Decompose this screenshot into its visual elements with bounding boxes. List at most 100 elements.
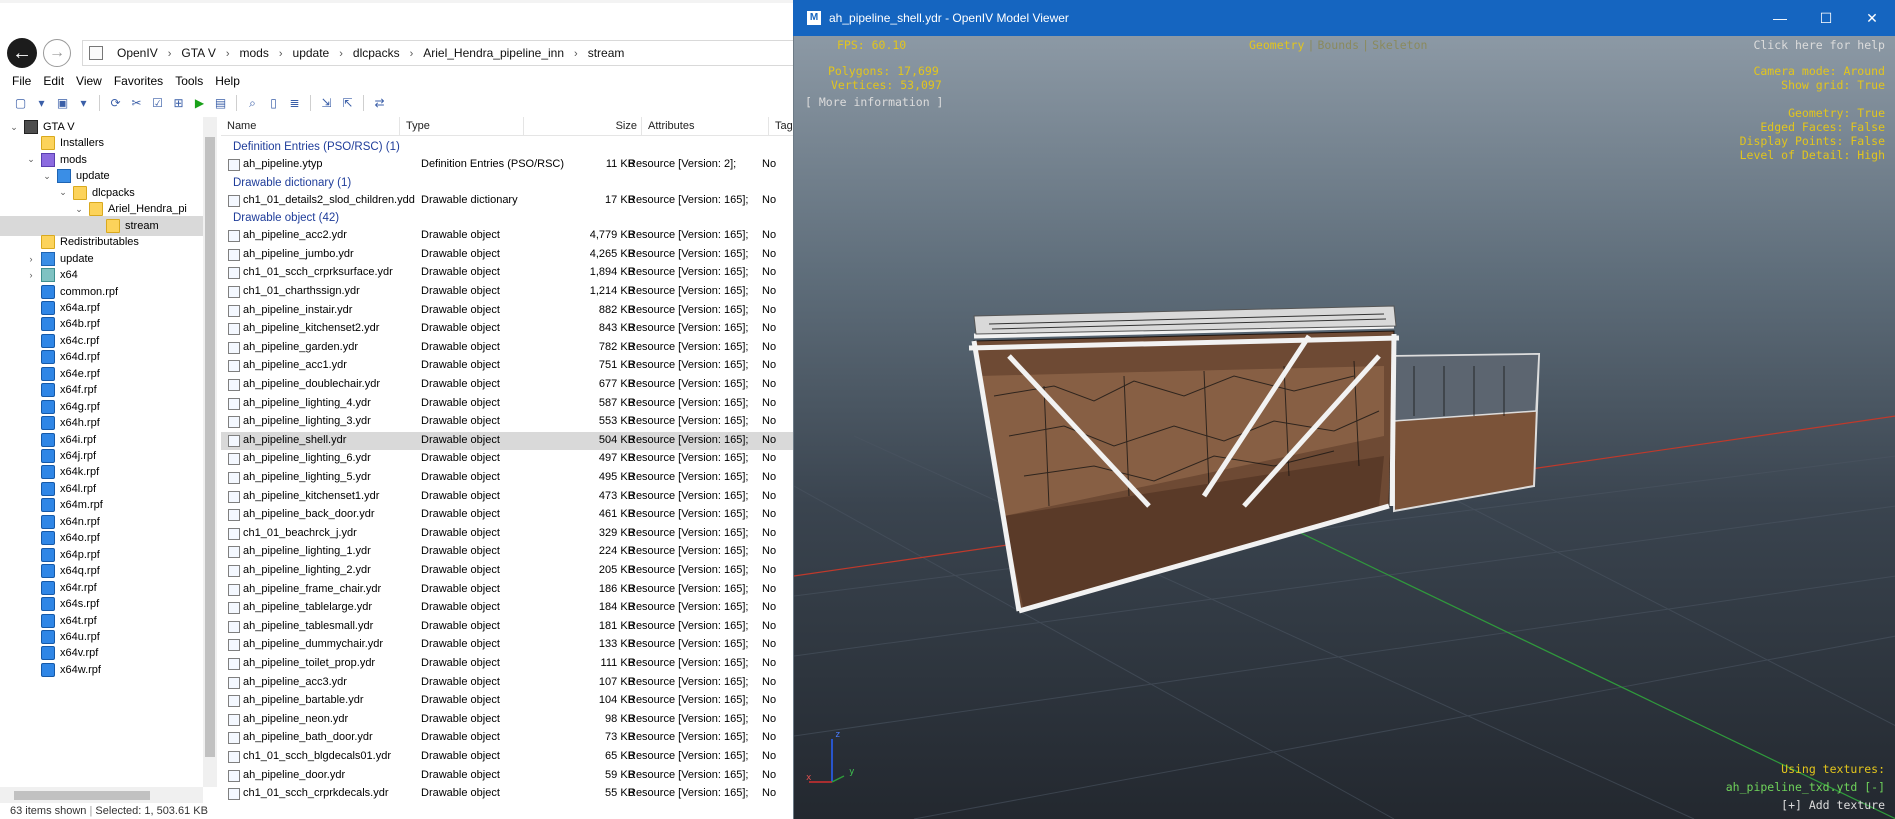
expand-arrow-icon[interactable]: ⌄ xyxy=(73,204,85,215)
chevron-right-icon[interactable]: › xyxy=(570,48,582,60)
model-render[interactable] xyxy=(794,36,1895,819)
breadcrumb-item[interactable]: stream xyxy=(582,46,631,60)
group-header[interactable]: Drawable dictionary (1) xyxy=(233,175,351,191)
file-row[interactable]: ah_pipeline_instair.ydr Drawable object 88… xyxy=(221,302,793,320)
tab-geometry[interactable]: Geometry xyxy=(1249,38,1304,52)
close-button[interactable]: ✕ xyxy=(1849,0,1895,36)
import-icon[interactable]: ⇲ xyxy=(318,95,335,112)
geometry-toggle[interactable]: Geometry: True xyxy=(1788,106,1885,120)
minimize-button[interactable]: — xyxy=(1757,0,1803,36)
group-header[interactable]: Drawable object (42) xyxy=(233,210,339,226)
file-row[interactable]: ah_pipeline_lighting_3.ydr Drawable objec… xyxy=(221,413,793,431)
file-row[interactable]: ah_pipeline_bath_door.ydr Drawable object… xyxy=(221,729,793,747)
expand-arrow-icon[interactable]: ⌄ xyxy=(25,154,37,165)
menu-favorites[interactable]: Favorites xyxy=(114,74,163,88)
file-row[interactable]: ah_pipeline_neon.ydr Drawable object 98 KB… xyxy=(221,711,793,729)
document-icon[interactable]: ▯ xyxy=(265,95,282,112)
column-header-size[interactable]: Size xyxy=(524,117,642,136)
breadcrumb-item[interactable]: mods xyxy=(234,46,275,60)
camera-mode-toggle[interactable]: Camera mode: Around xyxy=(1753,64,1885,78)
file-row[interactable]: ah_pipeline_dummychair.ydr Drawable objec… xyxy=(221,636,793,654)
file-row[interactable]: ah_pipeline_acc3.ydr Drawable object 107 K… xyxy=(221,674,793,692)
tab-bounds[interactable]: Bounds xyxy=(1317,38,1359,52)
file-row[interactable]: ah_pipeline_bartable.ydr Drawable object 1… xyxy=(221,692,793,710)
dropdown-arrow-icon[interactable]: ▾ xyxy=(33,95,50,112)
file-row[interactable]: ah_pipeline_acc1.ydr Drawable object 751 K… xyxy=(221,357,793,375)
file-row[interactable]: ah_pipeline_lighting_4.ydr Drawable objec… xyxy=(221,395,793,413)
menu-tools[interactable]: Tools xyxy=(175,74,203,88)
help-link[interactable]: Click here for help xyxy=(1753,38,1885,52)
edged-faces-toggle[interactable]: Edged Faces: False xyxy=(1760,120,1885,134)
display-points-toggle[interactable]: Display Points: False xyxy=(1740,134,1885,148)
expand-arrow-icon[interactable]: ⌄ xyxy=(41,171,53,182)
search-icon[interactable]: ⌕ xyxy=(244,95,261,112)
file-row[interactable]: ch1_01_beachrck_j.ydr Drawable object 329 … xyxy=(221,525,793,543)
breadcrumb[interactable]: OpenIV › GTA V › mods › update › dlcpacks › Ariel_… xyxy=(82,40,793,66)
file-row[interactable]: ch1_01_charthssign.ydr Drawable object 1,2… xyxy=(221,283,793,301)
add-texture-link[interactable]: [+] Add texture xyxy=(1781,798,1885,812)
breadcrumb-item[interactable]: Ariel_Hendra_pipeline_inn xyxy=(417,46,570,60)
maximize-button[interactable]: ☐ xyxy=(1803,0,1849,36)
file-row[interactable]: ah_pipeline_acc2.ydr Drawable object 4,779… xyxy=(221,227,793,245)
back-button[interactable]: ← xyxy=(7,38,37,68)
3d-viewport[interactable]: FPS: 60.10 Polygons: 17,699 Vertices: 53… xyxy=(793,36,1895,819)
file-row[interactable]: ah_pipeline_lighting_5.ydr Drawable objec… xyxy=(221,469,793,487)
file-row[interactable]: ah_pipeline_jumbo.ydr Drawable object 4,26… xyxy=(221,246,793,264)
file-row[interactable]: ah_pipeline_frame_chair.ydr Drawable obje… xyxy=(221,581,793,599)
file-row[interactable]: ch1_01_scch_crprkdecals.ydr Drawable obje… xyxy=(221,785,793,803)
cut-icon[interactable]: ✂ xyxy=(128,95,145,112)
file-row[interactable]: ah_pipeline_back_door.ydr Drawable object… xyxy=(221,506,793,524)
scroll-thumb[interactable] xyxy=(205,137,215,757)
tree-icon[interactable]: ⊞ xyxy=(170,95,187,112)
file-row[interactable]: ah_pipeline.ytyp Definition Entries (PSO/… xyxy=(221,156,793,174)
new-folder-icon[interactable]: ▣ xyxy=(54,95,71,112)
show-grid-toggle[interactable]: Show grid: True xyxy=(1781,78,1885,92)
column-header-attributes[interactable]: Attributes xyxy=(642,117,769,136)
refresh-icon[interactable]: ⟳ xyxy=(107,95,124,112)
more-information-link[interactable]: [ More information ] xyxy=(805,95,943,109)
file-row[interactable]: ah_pipeline_doublechair.ydr Drawable obje… xyxy=(221,376,793,394)
expand-arrow-icon[interactable]: › xyxy=(25,270,37,280)
text-icon[interactable]: ≣ xyxy=(286,95,303,112)
breadcrumb-item[interactable]: update xyxy=(287,46,336,60)
breadcrumb-item[interactable]: OpenIV xyxy=(111,46,164,60)
file-row[interactable]: ah_pipeline_kitchenset2.ydr Drawable obje… xyxy=(221,320,793,338)
file-row[interactable]: ch1_01_scch_blgdecals01.ydr Drawable obje… xyxy=(221,748,793,766)
checklist-icon[interactable]: ☑ xyxy=(149,95,166,112)
menu-file[interactable]: File xyxy=(12,74,31,88)
file-row[interactable]: ah_pipeline_garden.ydr Drawable object 782… xyxy=(221,339,793,357)
expand-arrow-icon[interactable]: ⌄ xyxy=(8,122,20,133)
file-row[interactable]: ah_pipeline_kitchenset1.ydr Drawable obje… xyxy=(221,488,793,506)
chevron-right-icon[interactable]: › xyxy=(164,48,176,60)
file-row[interactable]: ah_pipeline_lighting_6.ydr Drawable objec… xyxy=(221,450,793,468)
column-header-tags[interactable]: Tags xyxy=(769,117,793,136)
file-row[interactable]: ah_pipeline_lighting_2.ydr Drawable objec… xyxy=(221,562,793,580)
tab-skeleton[interactable]: Skeleton xyxy=(1372,38,1427,52)
expand-arrow-icon[interactable]: › xyxy=(25,254,37,264)
group-header[interactable]: Definition Entries (PSO/RSC) (1) xyxy=(233,139,400,155)
replace-icon[interactable]: ⇄ xyxy=(371,95,388,112)
forward-button[interactable]: → xyxy=(43,39,71,67)
file-row[interactable]: ch1_01_details2_slod_children.ydd Drawabl… xyxy=(221,192,793,210)
file-row[interactable]: ah_pipeline_toilet_prop.ydr Drawable obje… xyxy=(221,655,793,673)
column-header-type[interactable]: Type xyxy=(400,117,524,136)
file-row[interactable]: ah_pipeline_door.ydr Drawable object 59 KB… xyxy=(221,767,793,785)
file-row[interactable]: ah_pipeline_lighting_1.ydr Drawable objec… xyxy=(221,543,793,561)
tree-horizontal-scrollbar[interactable] xyxy=(0,787,203,803)
expand-arrow-icon[interactable]: ⌄ xyxy=(57,187,69,198)
export-icon[interactable]: ⇱ xyxy=(339,95,356,112)
column-header-name[interactable]: Name xyxy=(221,117,400,136)
chevron-right-icon[interactable]: › xyxy=(335,48,347,60)
chevron-right-icon[interactable]: › xyxy=(275,48,287,60)
tree-item[interactable]: x64w.rpf xyxy=(0,660,203,680)
menu-view[interactable]: View xyxy=(76,74,102,88)
new-file-icon[interactable]: ▢ xyxy=(12,95,29,112)
run-icon[interactable]: ▶ xyxy=(191,95,208,112)
breadcrumb-item[interactable]: GTA V xyxy=(175,46,221,60)
breadcrumb-item[interactable]: dlcpacks xyxy=(347,46,406,60)
file-row[interactable]: ah_pipeline_shell.ydr Drawable object 504 … xyxy=(221,431,793,450)
file-row[interactable]: ch1_01_scch_crprksurface.ydr Drawable obj… xyxy=(221,264,793,282)
file-row[interactable]: ah_pipeline_tablesmall.ydr Drawable objec… xyxy=(221,618,793,636)
menu-help[interactable]: Help xyxy=(215,74,240,88)
dropdown-arrow-icon[interactable]: ▾ xyxy=(75,95,92,112)
